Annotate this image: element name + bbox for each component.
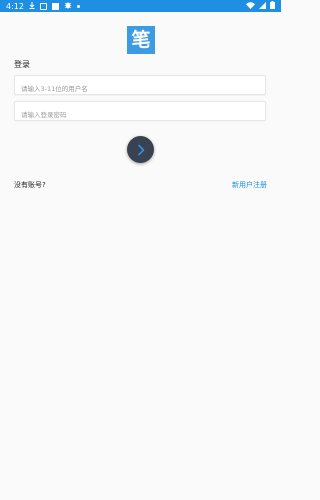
status-time: 4:12	[6, 1, 24, 11]
status-bar: 4:12	[0, 0, 281, 12]
login-submit-button[interactable]	[127, 136, 154, 163]
chevron-right-icon	[137, 144, 144, 155]
username-input[interactable]	[15, 80, 265, 98]
battery-icon	[270, 1, 275, 11]
notification-box-icon	[39, 2, 47, 10]
logo-char: 笔	[131, 28, 151, 51]
no-account-text: 没有账号?	[14, 181, 46, 189]
download-icon	[29, 1, 35, 11]
password-input[interactable]	[15, 106, 265, 124]
username-field-wrapper	[14, 75, 266, 98]
notification-square-icon	[51, 2, 59, 10]
app-logo: 笔	[127, 26, 155, 54]
signal-icon	[259, 1, 266, 11]
password-field-wrapper	[14, 101, 266, 124]
more-notifications-icon	[76, 4, 80, 8]
bug-icon	[64, 1, 72, 11]
wifi-icon	[246, 1, 255, 11]
register-link[interactable]: 新用户注册	[232, 180, 267, 190]
login-title: 登录	[14, 60, 30, 69]
